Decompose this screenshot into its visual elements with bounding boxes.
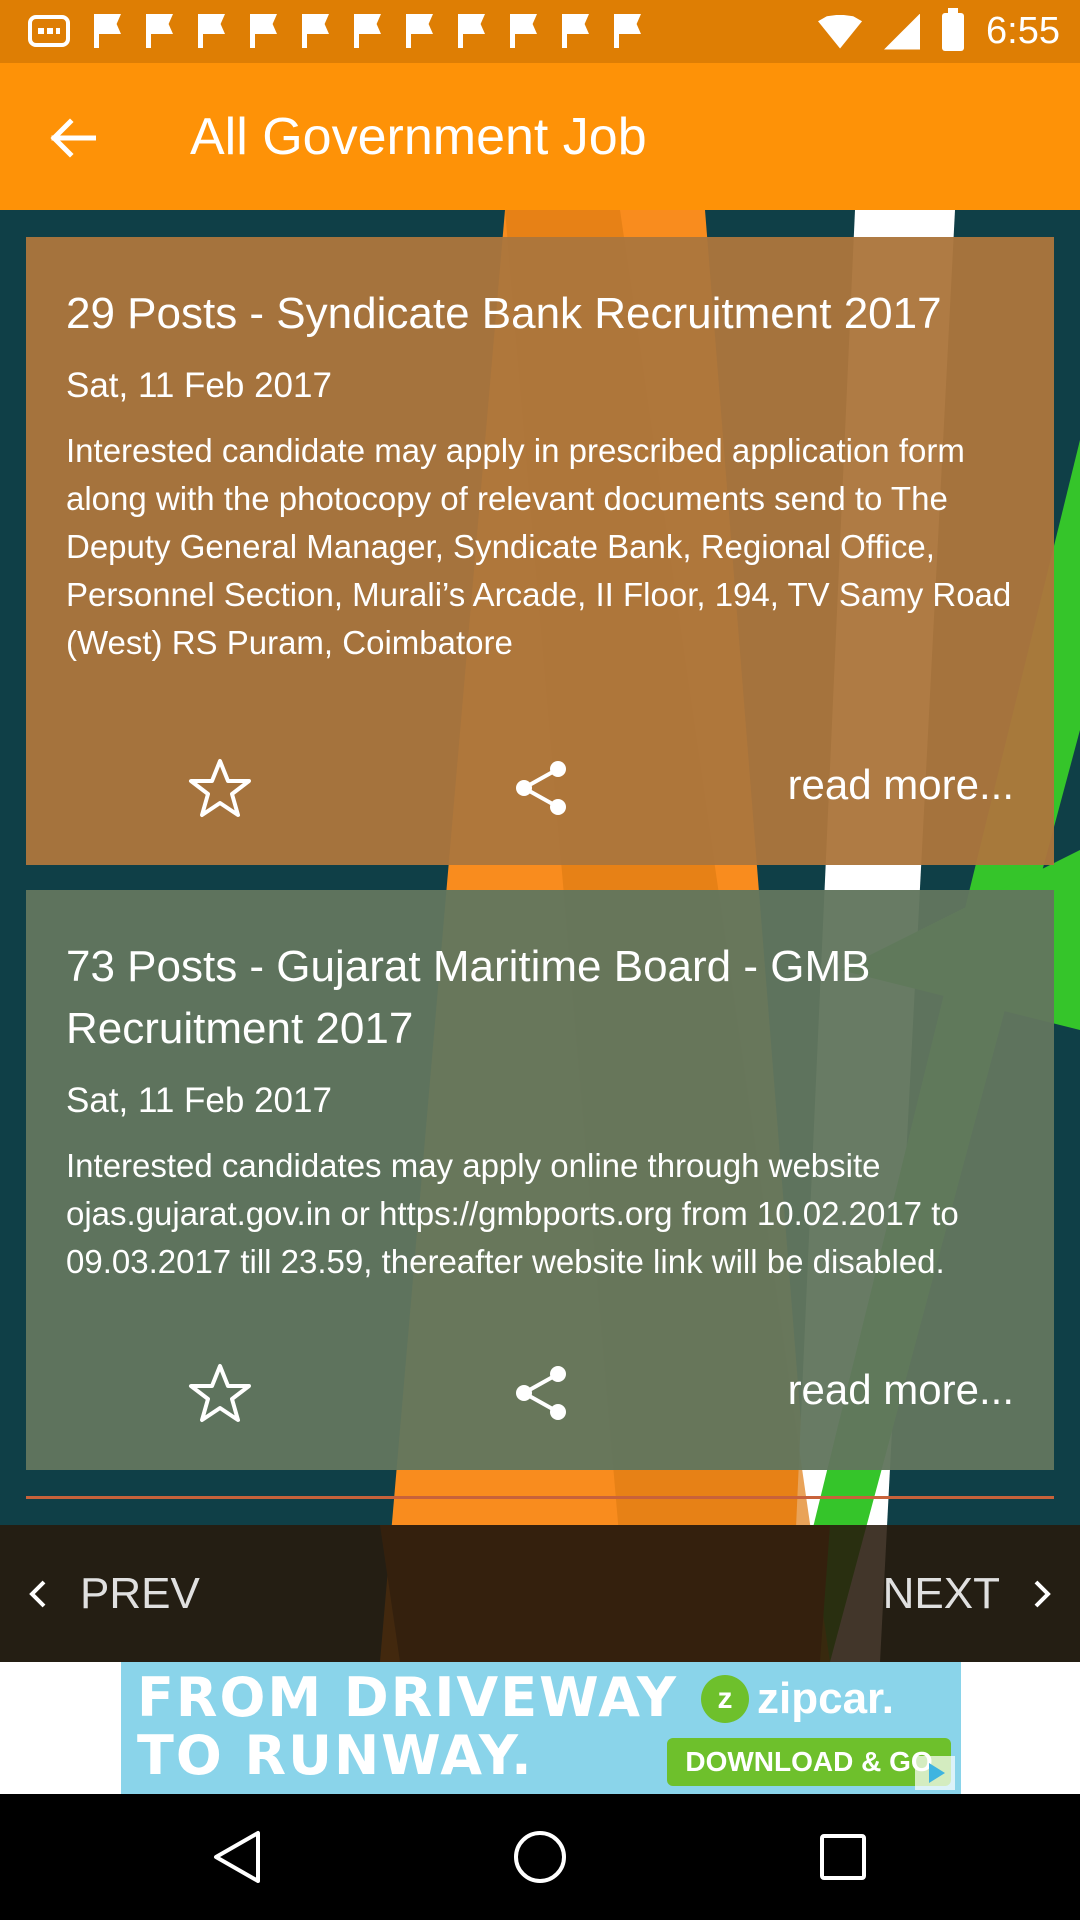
system-back-button[interactable]	[202, 1822, 272, 1892]
square-recents-icon	[820, 1834, 866, 1880]
flag-icon	[94, 14, 122, 48]
job-actions: read more...	[26, 757, 1054, 821]
flag-icon	[250, 14, 278, 48]
triangle-back-icon	[214, 1831, 260, 1883]
back-button[interactable]	[40, 108, 104, 168]
ad-brand-logo: z zipcar.	[701, 1674, 894, 1724]
flag-icon	[146, 14, 174, 48]
job-description: Interested candidates may apply online t…	[66, 1147, 959, 1280]
arrow-back-icon	[50, 118, 96, 158]
chevron-right-icon	[1034, 1580, 1051, 1607]
share-button[interactable]	[512, 759, 570, 817]
chevron-left-icon	[29, 1580, 46, 1607]
prev-button[interactable]: PREV	[20, 1525, 200, 1662]
job-title[interactable]: 29 Posts - Syndicate Bank Recruitment 20…	[66, 283, 1014, 345]
wifi-icon	[818, 14, 863, 49]
flag-icon	[614, 14, 642, 48]
ad-brand-name: zipcar.	[757, 1674, 894, 1723]
flag-icon	[510, 14, 538, 48]
notification-icons	[28, 14, 642, 48]
prev-label: PREV	[80, 1568, 200, 1618]
read-more-link[interactable]: read more...	[788, 1366, 1014, 1414]
favorite-button[interactable]	[188, 1362, 252, 1426]
share-button[interactable]	[512, 1364, 570, 1422]
clock: 6:55	[986, 10, 1060, 52]
share-icon	[516, 1366, 566, 1420]
system-status: 6:55	[818, 7, 1060, 53]
next-button[interactable]: NEXT	[883, 1525, 1060, 1662]
ad-banner[interactable]: FROM DRIVEWAY TO RUNWAY. z zipcar. DOWNL…	[121, 1662, 961, 1794]
share-icon	[516, 761, 566, 815]
ad-headline: FROM DRIVEWAY	[137, 1666, 678, 1729]
chat-icon	[28, 15, 70, 47]
flag-icon	[406, 14, 434, 48]
job-list[interactable]: 29 Posts - Syndicate Bank Recruitment 20…	[0, 210, 1080, 1662]
app-bar: All Government Job	[0, 63, 1080, 210]
divider	[26, 1496, 1054, 1499]
ad-container: FROM DRIVEWAY TO RUNWAY. z zipcar. DOWNL…	[0, 1662, 1080, 1794]
pagination-bar: PREV NEXT	[0, 1525, 1080, 1662]
flag-icon	[354, 14, 382, 48]
flag-icon	[198, 14, 226, 48]
job-date: Sat, 11 Feb 2017	[66, 1081, 332, 1120]
job-date: Sat, 11 Feb 2017	[66, 366, 332, 405]
status-bar: 6:55	[0, 0, 1080, 63]
job-actions: read more...	[26, 1362, 1054, 1426]
system-navigation-bar	[0, 1794, 1080, 1920]
ad-headline: TO RUNWAY.	[137, 1724, 534, 1787]
signal-icon	[884, 13, 921, 50]
battery-icon	[942, 7, 965, 51]
flag-icon	[302, 14, 330, 48]
next-label: NEXT	[882, 1568, 1000, 1618]
ad-cta-button[interactable]: DOWNLOAD & GO	[667, 1738, 951, 1786]
star-icon	[189, 1364, 251, 1422]
system-recents-button[interactable]	[808, 1822, 878, 1892]
job-card[interactable]: 29 Posts - Syndicate Bank Recruitment 20…	[26, 237, 1054, 865]
zipcar-logo-icon: z	[701, 1675, 749, 1723]
read-more-link[interactable]: read more...	[788, 761, 1014, 809]
job-description: Interested candidate may apply in prescr…	[66, 432, 1012, 661]
circle-home-icon	[514, 1831, 566, 1883]
flag-icon	[562, 14, 590, 48]
flag-icon	[458, 14, 486, 48]
job-title[interactable]: 73 Posts - Gujarat Maritime Board - GMB …	[66, 936, 1014, 1060]
job-card[interactable]: 73 Posts - Gujarat Maritime Board - GMB …	[26, 890, 1054, 1470]
page-title: All Government Job	[190, 108, 647, 166]
favorite-button[interactable]	[188, 757, 252, 821]
adchoices-play-icon[interactable]	[915, 1756, 955, 1790]
system-home-button[interactable]	[505, 1822, 575, 1892]
star-icon	[189, 759, 251, 817]
